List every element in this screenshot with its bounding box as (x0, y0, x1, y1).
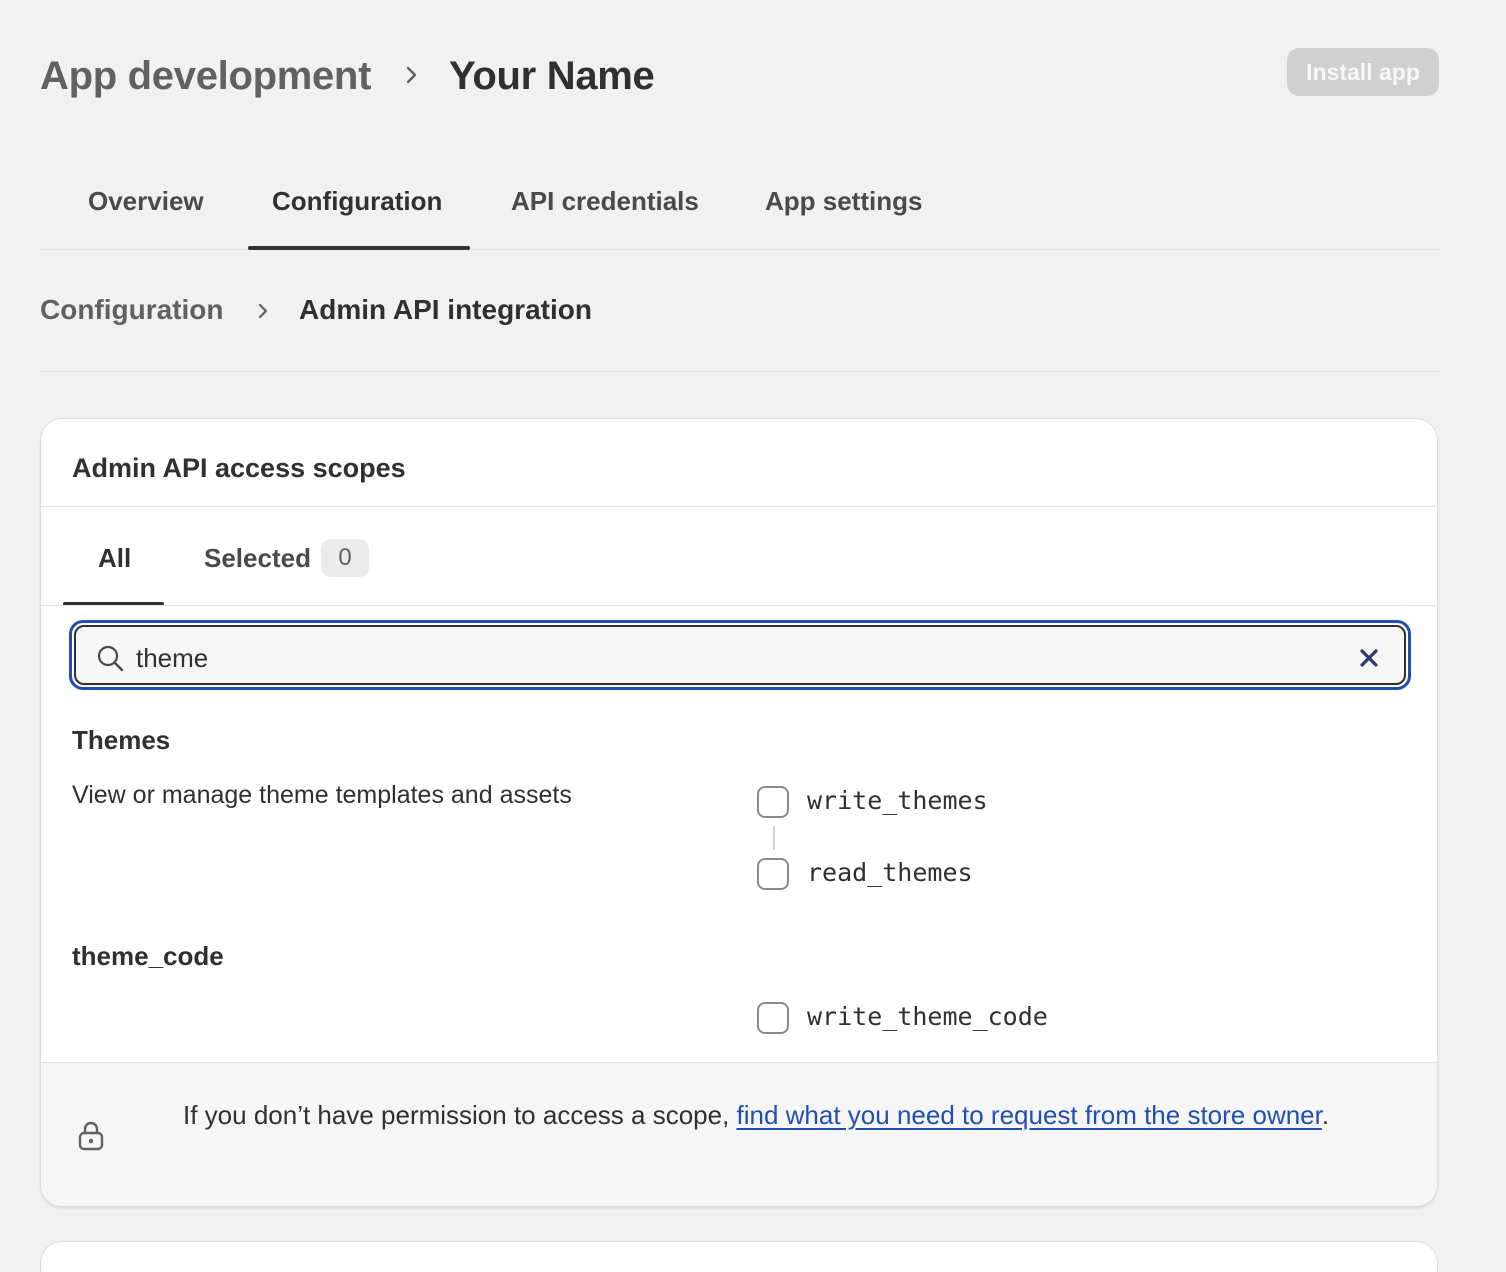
scope-label: write_theme_code (807, 1002, 1048, 1031)
page-title: Your Name (449, 54, 655, 98)
section-title-theme-code: theme_code (72, 941, 224, 971)
tab-all[interactable]: All (98, 543, 131, 574)
search-input[interactable] (136, 639, 1316, 677)
section-description-themes: View or manage theme templates and asset… (72, 781, 572, 809)
read-themes-checkbox[interactable] (757, 858, 789, 890)
request-scope-link[interactable]: find what you need to request from the s… (737, 1100, 1322, 1130)
tab-bar: Overview Configuration API credentials A… (40, 160, 1440, 250)
close-icon[interactable] (1358, 647, 1380, 669)
tab-api-credentials[interactable]: API credentials (511, 186, 699, 217)
scope-label: read_themes (807, 858, 973, 887)
divider (41, 605, 1437, 606)
write-themes-checkbox[interactable] (757, 786, 789, 818)
breadcrumb-app-development[interactable]: App development (40, 54, 371, 99)
active-tab-indicator (248, 246, 470, 250)
chevron-right-icon (258, 303, 268, 319)
breadcrumb-admin-api-integration: Admin API integration (299, 294, 592, 325)
install-app-button[interactable]: Install app (1287, 48, 1439, 96)
breadcrumb: Configuration Admin API integration (40, 290, 1440, 372)
tab-overview[interactable]: Overview (88, 186, 204, 217)
tab-configuration[interactable]: Configuration (272, 186, 442, 217)
chevron-right-icon (406, 66, 417, 84)
permission-text-suffix: . (1321, 1100, 1330, 1130)
lock-icon (78, 1121, 104, 1151)
permission-message: If you don’t have permission to access a… (183, 1095, 1363, 1135)
card-title: Admin API access scopes (72, 453, 406, 483)
section-title-themes: Themes (72, 725, 171, 755)
search-icon (97, 645, 124, 672)
next-card (40, 1241, 1438, 1272)
access-scopes-card: Admin API access scopes All Selected 0 T… (40, 418, 1438, 1207)
breadcrumb-configuration[interactable]: Configuration (40, 294, 224, 326)
tab-app-settings[interactable]: App settings (765, 186, 922, 217)
scope-label: write_themes (807, 786, 988, 815)
tab-selected[interactable]: Selected (204, 543, 311, 574)
permission-banner: If you don’t have permission to access a… (41, 1062, 1437, 1206)
write-theme-code-checkbox[interactable] (757, 1002, 789, 1034)
selected-count-badge: 0 (321, 539, 369, 577)
page: App development Your Name Install app Ov… (0, 0, 1506, 1272)
scope-connector-line (773, 826, 775, 850)
search-field-inner (74, 625, 1406, 685)
divider (41, 506, 1437, 507)
permission-text: If you don’t have permission to access a… (183, 1100, 737, 1130)
page-header: App development Your Name Install app (40, 48, 1439, 108)
search-field[interactable] (69, 620, 1411, 690)
